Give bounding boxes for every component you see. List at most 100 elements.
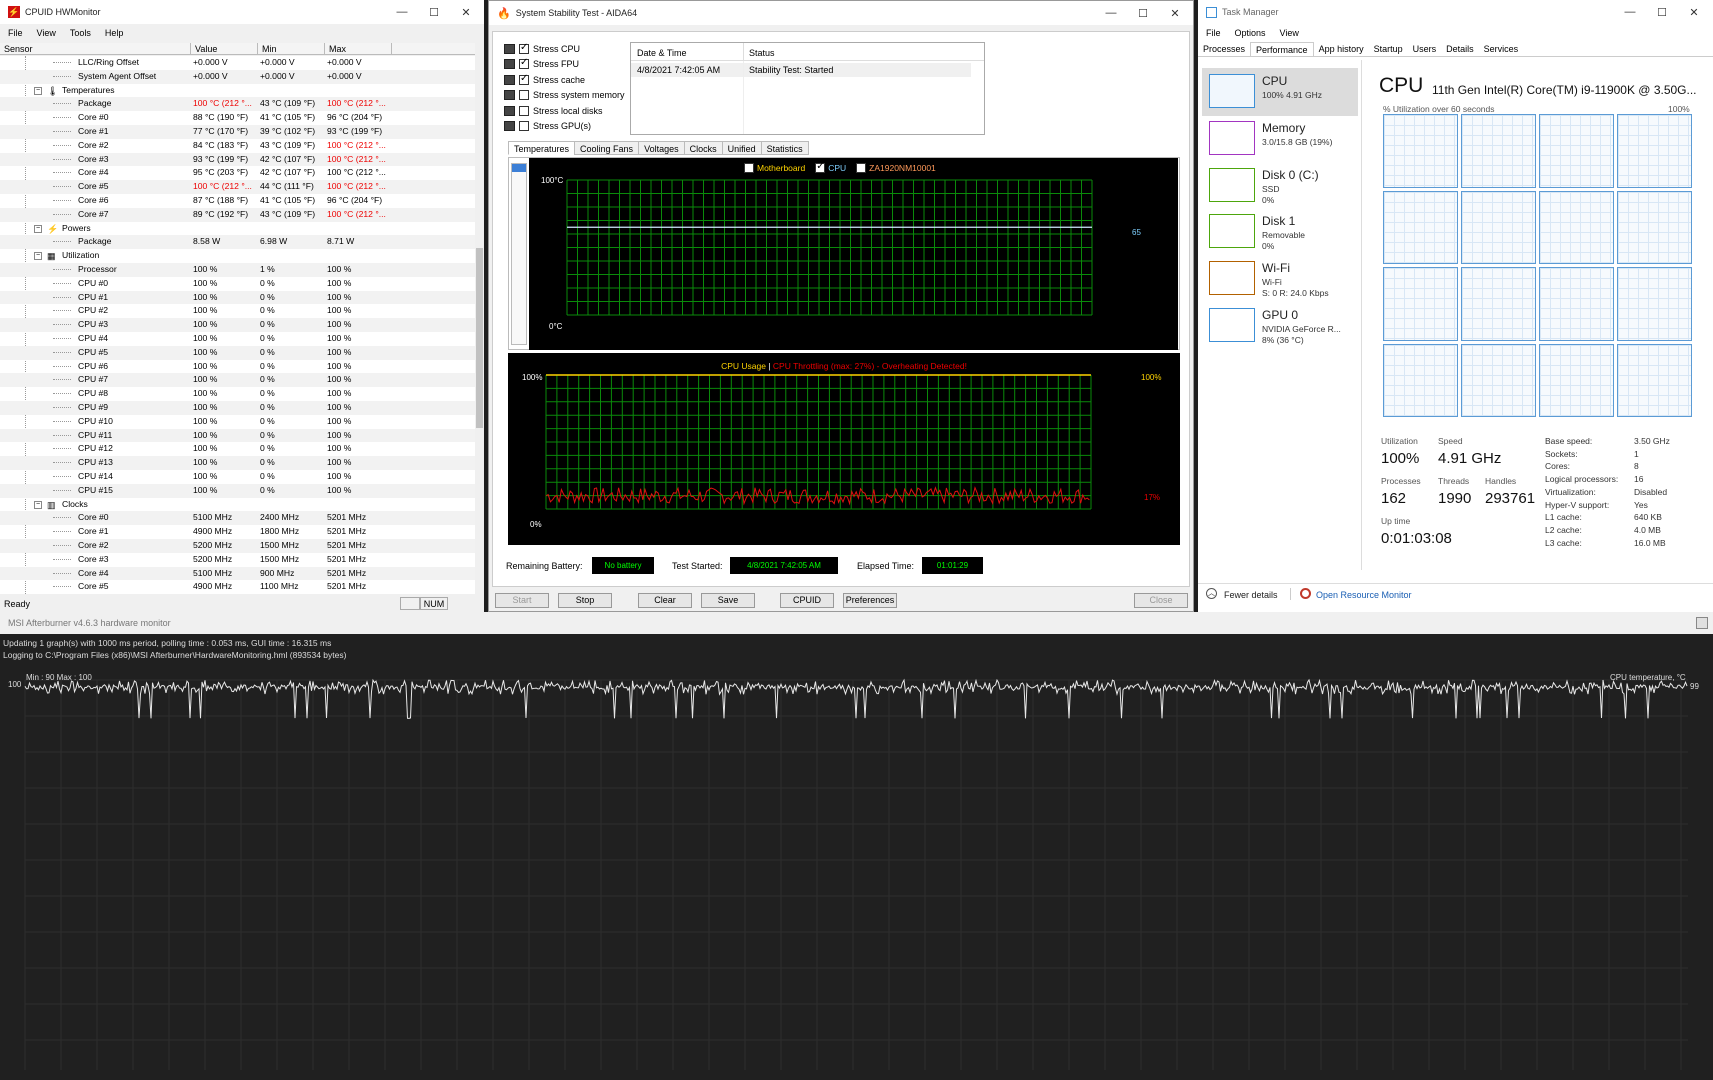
collapse-icon[interactable]: − [34, 252, 42, 261]
aida-titlebar[interactable]: 🔥 System Stability Test - AIDA64 — ☐ ✕ [489, 1, 1193, 25]
table-row[interactable]: Core #3 93 °C (199 °F) 42 °C (107 °F) 100 °… [0, 152, 475, 167]
tab-users[interactable]: Users [1408, 42, 1442, 56]
menu-file[interactable]: File [1206, 28, 1221, 38]
table-row[interactable]: CPU #5 100 % 0 % 100 % [0, 345, 475, 360]
table-row[interactable]: Core #6 87 °C (188 °F) 41 °C (105 °F) 96 °C… [0, 194, 475, 208]
vertical-scrollbar[interactable] [475, 43, 484, 594]
table-row[interactable]: CPU #2 100 % 0 % 100 % [0, 304, 475, 318]
legend-cpu-checkbox[interactable] [815, 161, 826, 173]
table-row[interactable]: CPU #11 100 % 0 % 100 % [0, 428, 475, 443]
sensor-list[interactable] [511, 163, 527, 345]
log-col-datetime[interactable]: Date & Time [637, 48, 687, 58]
clear-button[interactable]: Clear [638, 593, 692, 608]
collapse-icon[interactable]: − [34, 86, 42, 95]
fewer-details-button[interactable]: Fewer details [1224, 590, 1278, 600]
column-value[interactable]: Value [191, 43, 258, 55]
afterburner-titlebar[interactable]: MSI Afterburner v4.6.3 hardware monitor [0, 612, 1713, 634]
tab-performance[interactable]: Performance [1250, 42, 1314, 56]
table-row[interactable]: Core #5 100 °C (212 °... 44 °C (111 °F) 100… [0, 180, 475, 194]
tab-app-history[interactable]: App history [1314, 42, 1369, 56]
tree-group[interactable]: − 🌡 Temperatures [0, 84, 475, 98]
close-button[interactable]: ✕ [1676, 0, 1712, 24]
legend-motherboard-checkbox[interactable] [744, 163, 754, 173]
perf-item-disk-1[interactable]: Disk 1 Removable 0% [1202, 208, 1358, 256]
tab-details[interactable]: Details [1441, 42, 1479, 56]
log-row[interactable]: 4/8/2021 7:42:05 AM Stability Test: Star… [631, 63, 971, 77]
minimize-button[interactable]: — [1093, 1, 1129, 25]
table-row[interactable]: Package 8.58 W 6.98 W 8.71 W [0, 235, 475, 250]
tab-cooling-fans[interactable]: Cooling Fans [574, 141, 640, 155]
table-row[interactable]: CPU #15 100 % 0 % 100 % [0, 483, 475, 498]
log-col-status[interactable]: Status [749, 48, 775, 58]
table-row[interactable]: Core #0 88 °C (190 °F) 41 °C (105 °F) 96 °C… [0, 111, 475, 125]
start-button[interactable]: Start [495, 593, 549, 608]
stress-checkbox[interactable] [519, 105, 529, 116]
stress-option[interactable]: Stress FPU [504, 57, 579, 72]
perf-item-gpu-0[interactable]: GPU 0 NVIDIA GeForce R... 8% (36 °C) [1202, 302, 1358, 350]
detach-button[interactable] [1696, 617, 1708, 629]
table-row[interactable]: Core #2 5200 MHz 1500 MHz 5201 MHz [0, 539, 475, 553]
table-row[interactable]: Core #1 4900 MHz 1800 MHz 5201 MHz [0, 525, 475, 539]
perf-item-wi-fi[interactable]: Wi-Fi Wi-Fi S: 0 R: 24.0 Kbps [1202, 255, 1358, 303]
maximize-button[interactable]: ☐ [416, 0, 452, 24]
save-button[interactable]: Save [701, 593, 755, 608]
column-sensor[interactable]: Sensor [0, 43, 191, 55]
menu-help[interactable]: Help [105, 28, 124, 38]
tab-voltages[interactable]: Voltages [638, 141, 685, 155]
stress-checkbox[interactable] [519, 57, 529, 69]
stress-option[interactable]: Stress GPU(s) [504, 119, 591, 134]
table-row[interactable]: Core #7 89 °C (192 °F) 43 °C (109 °F) 100 °… [0, 207, 475, 222]
stress-checkbox[interactable] [519, 42, 529, 54]
hwmonitor-titlebar[interactable]: ⚡ CPUID HWMonitor — ☐ ✕ [0, 0, 484, 24]
stress-checkbox[interactable] [519, 90, 529, 100]
stress-option[interactable]: Stress cache [504, 72, 585, 87]
perf-item-memory[interactable]: Memory 3.0/15.8 GB (19%) [1202, 115, 1358, 163]
table-row[interactable]: Core #0 5100 MHz 2400 MHz 5201 MHz [0, 511, 475, 526]
open-resource-monitor-link[interactable]: Open Resource Monitor [1316, 590, 1412, 600]
column-max[interactable]: Max [325, 43, 392, 55]
maximize-button[interactable]: ☐ [1125, 1, 1161, 25]
perf-item-cpu[interactable]: CPU 100% 4.91 GHz [1202, 68, 1358, 116]
legend-cpu[interactable]: CPU [815, 161, 846, 173]
stress-option[interactable]: Stress system memory [504, 88, 625, 103]
tree-group[interactable]: − ▥ Clocks [0, 498, 475, 512]
cpuid-button[interactable]: CPUID [780, 593, 834, 608]
tab-unified[interactable]: Unified [721, 141, 762, 155]
menu-view[interactable]: View [37, 28, 56, 38]
tree-group[interactable]: − ⚡ Powers [0, 222, 475, 236]
stress-option[interactable]: Stress CPU [504, 41, 580, 56]
tab-startup[interactable]: Startup [1369, 42, 1408, 56]
table-row[interactable]: Core #4 95 °C (203 °F) 42 °C (107 °F) 100 °… [0, 166, 475, 180]
table-row[interactable]: CPU #1 100 % 0 % 100 % [0, 290, 475, 305]
legend-motherboard[interactable]: Motherboard [744, 163, 805, 173]
tab-statistics[interactable]: Statistics [760, 141, 809, 155]
collapse-icon[interactable]: − [34, 500, 42, 509]
tab-clocks[interactable]: Clocks [683, 141, 723, 155]
table-row[interactable]: Processor 100 % 1 % 100 % [0, 263, 475, 277]
menu-options[interactable]: Options [1235, 28, 1266, 38]
stop-button[interactable]: Stop [558, 593, 612, 608]
table-row[interactable]: CPU #8 100 % 0 % 100 % [0, 387, 475, 401]
chevron-up-icon[interactable]: ︿ [1206, 588, 1217, 599]
scrollbar-thumb[interactable] [476, 248, 483, 428]
stress-checkbox[interactable] [519, 73, 529, 85]
table-row[interactable]: CPU #12 100 % 0 % 100 % [0, 442, 475, 456]
table-row[interactable]: CPU #3 100 % 0 % 100 % [0, 318, 475, 332]
close-dialog-button[interactable]: Close [1134, 593, 1188, 608]
preferences-button[interactable]: Preferences [843, 593, 897, 608]
maximize-button[interactable]: ☐ [1644, 0, 1680, 24]
table-row[interactable]: Core #1 77 °C (170 °F) 39 °C (102 °F) 93 °C… [0, 125, 475, 139]
stress-option[interactable]: Stress local disks [504, 103, 603, 118]
menu-view[interactable]: View [1280, 28, 1299, 38]
legend-drive-checkbox[interactable] [856, 163, 867, 173]
table-row[interactable]: CPU #6 100 % 0 % 100 % [0, 360, 475, 374]
table-row[interactable]: CPU #7 100 % 0 % 100 % [0, 373, 475, 388]
menu-tools[interactable]: Tools [70, 28, 91, 38]
tree-group[interactable]: − ▦ Utilization [0, 249, 475, 263]
perf-item-disk-0-c[interactable]: Disk 0 (C:) SSD 0% [1202, 162, 1358, 210]
menu-file[interactable]: File [8, 28, 23, 38]
stress-checkbox[interactable] [519, 121, 529, 131]
column-min[interactable]: Min [258, 43, 325, 55]
table-row[interactable]: Package 100 °C (212 °... 43 °C (109 °F) 100… [0, 97, 475, 112]
table-row[interactable]: System Agent Offset +0.000 V +0.000 V +0.00… [0, 69, 475, 84]
